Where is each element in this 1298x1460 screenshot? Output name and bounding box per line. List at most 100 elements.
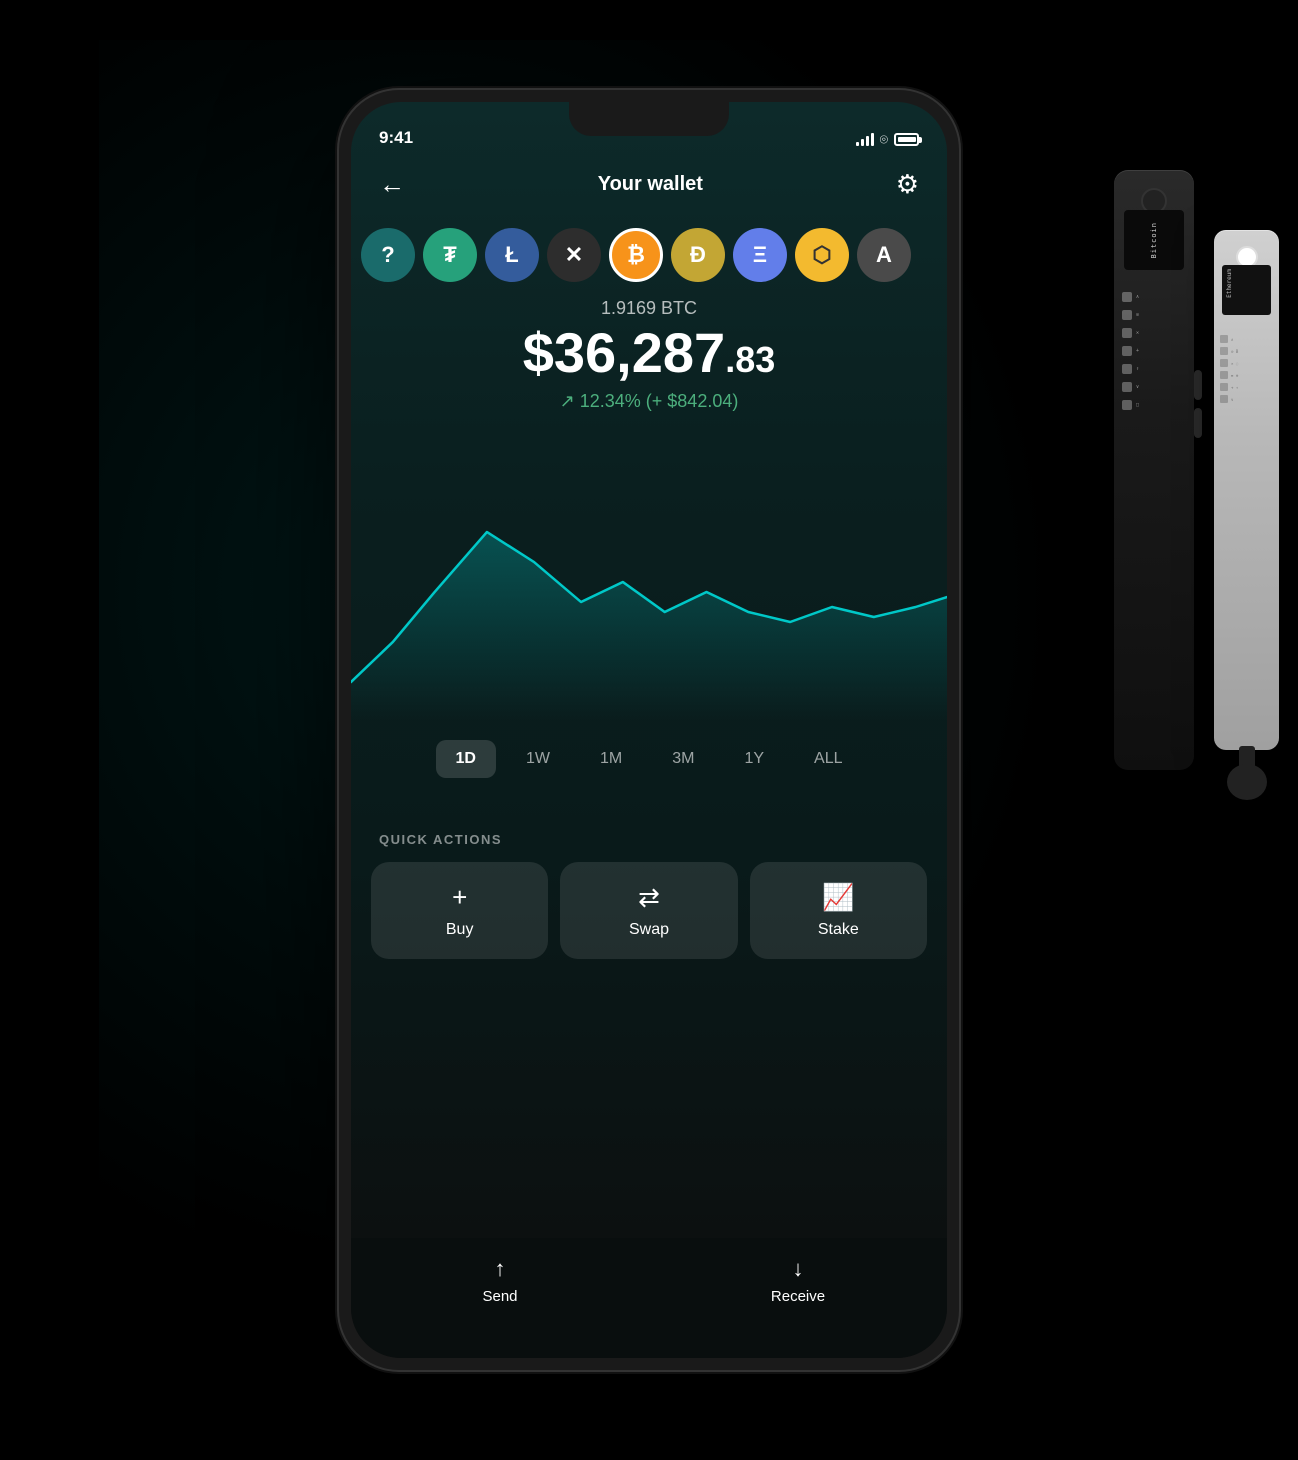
ledger-nano-s-menu: ∧ ⊙ B ✕ ◌ ≡ ⊕ + ↑ xyxy=(1220,335,1273,403)
ledger-menu-icon-2 xyxy=(1122,310,1132,320)
signal-bar-4 xyxy=(871,133,874,146)
coin-xrp[interactable]: ✕ xyxy=(547,228,601,282)
ledger-s-row-5: + ↑ xyxy=(1220,383,1273,391)
ledger-menu-icon-6 xyxy=(1122,382,1132,392)
battery-body xyxy=(894,133,919,146)
time-filter-3m[interactable]: 3M xyxy=(652,740,714,778)
chart-svg xyxy=(351,442,947,722)
battery-icon xyxy=(894,133,919,146)
ledger-menu-icon-3 xyxy=(1122,328,1132,338)
ledger-nano-x-screen-text: Bitcoin xyxy=(1150,222,1158,259)
wifi-icon: ⌾ xyxy=(880,131,888,148)
time-filter-1m[interactable]: 1M xyxy=(580,740,642,778)
ledger-side-buttons xyxy=(1194,370,1202,438)
coin-algo[interactable]: A xyxy=(857,228,911,282)
ledger-menu-icon-7 xyxy=(1122,400,1132,410)
phone-screen: 9:41 ⌾ xyxy=(351,102,947,1358)
price-chart xyxy=(351,442,947,722)
settings-button[interactable]: ⚙ xyxy=(896,169,919,200)
action-btn-swap[interactable]: ⇄ Swap xyxy=(560,862,737,959)
fiat-amount: $36,287.83 xyxy=(371,325,927,381)
signal-bar-3 xyxy=(866,136,869,146)
time-filter-1d[interactable]: 1D xyxy=(436,740,496,778)
send-icon: ↑ xyxy=(495,1256,506,1282)
ledger-menu-row-3: ✕ xyxy=(1122,326,1186,340)
phone-device: 9:41 ⌾ xyxy=(339,90,959,1370)
ledger-s-row-3: ✕ ◌ xyxy=(1220,359,1273,367)
ledger-side-btn-2[interactable] xyxy=(1194,408,1202,438)
ledger-nano-s-screen: Ethereum xyxy=(1222,265,1271,315)
ledger-devices: Bitcoin ∧ ⊙ ✕ + xyxy=(1114,90,1279,770)
coin-eth[interactable]: Ξ xyxy=(733,228,787,282)
header: ← Your wallet ⚙ xyxy=(351,156,947,212)
ledger-s-row-4: ≡ ⊕ xyxy=(1220,371,1273,379)
coin-unknown1[interactable]: ? xyxy=(361,228,415,282)
fiat-cents: .83 xyxy=(725,339,775,380)
percent-change: ↗ 12.34% (+ $842.04) xyxy=(371,391,927,412)
ledger-s-row-6: ∨ xyxy=(1220,395,1273,403)
chart-fill xyxy=(351,532,947,722)
time-filter-all[interactable]: ALL xyxy=(794,740,862,778)
buy-icon: + xyxy=(452,882,467,913)
status-icons: ⌾ xyxy=(856,131,919,148)
ledger-menu-row-1: ∧ xyxy=(1122,290,1186,304)
ledger-s-icon-2 xyxy=(1220,347,1228,355)
ledger-menu-row-4: + xyxy=(1122,344,1186,358)
coin-usdt[interactable]: ₮ xyxy=(423,228,477,282)
ledger-s-row-2: ⊙ B xyxy=(1220,347,1273,355)
ledger-menu-icon-5 xyxy=(1122,364,1132,374)
crypto-amount: 1.9169 BTC xyxy=(371,298,927,319)
battery-fill xyxy=(898,137,916,142)
quick-actions-row: + Buy ⇄ Swap 📈 Stake xyxy=(371,862,927,959)
nav-send[interactable]: ↑ Send xyxy=(351,1256,649,1305)
stake-label: Stake xyxy=(818,921,859,939)
ledger-menu-row-7: □ xyxy=(1122,398,1186,412)
ledger-menu-icon-1 xyxy=(1122,292,1132,302)
phone-notch xyxy=(569,102,729,136)
ledger-s-icon-3 xyxy=(1220,359,1228,367)
ledger-s-icon-6 xyxy=(1220,395,1228,403)
ledger-menu-row-6: ∨ xyxy=(1122,380,1186,394)
receive-label: Receive xyxy=(771,1288,825,1305)
signal-icon xyxy=(856,133,874,146)
coin-doge[interactable]: Ð xyxy=(671,228,725,282)
buy-label: Buy xyxy=(446,921,474,939)
time-filter-1w[interactable]: 1W xyxy=(506,740,570,778)
coin-bnb[interactable]: ⬡ xyxy=(795,228,849,282)
nav-receive[interactable]: ↓ Receive xyxy=(649,1256,947,1305)
status-time: 9:41 xyxy=(379,128,413,148)
coin-btc[interactable]: ₿ xyxy=(609,228,663,282)
bottom-nav: ↑ Send ↓ Receive xyxy=(351,1238,947,1358)
ledger-nano-s-plug xyxy=(1227,764,1267,800)
swap-label: Swap xyxy=(629,921,669,939)
ledger-nano-x-menu: ∧ ⊙ ✕ + ↑ xyxy=(1122,290,1186,412)
signal-bar-2 xyxy=(861,139,864,146)
receive-icon: ↓ xyxy=(793,1256,804,1282)
quick-actions-label: QUICK ACTIONS xyxy=(379,832,502,847)
ledger-menu-row-5: ↑ xyxy=(1122,362,1186,376)
action-btn-stake[interactable]: 📈 Stake xyxy=(750,862,927,959)
ledger-menu-row-2: ⊙ xyxy=(1122,308,1186,322)
ledger-s-icon-4 xyxy=(1220,371,1228,379)
time-filter-row: 1D 1W 1M 3M 1Y ALL xyxy=(351,740,947,778)
stake-icon: 📈 xyxy=(822,882,854,913)
ledger-side-btn-1[interactable] xyxy=(1194,370,1202,400)
coin-selector-row: ?₮Ł✕₿ÐΞ⬡A xyxy=(351,220,947,290)
balance-section: 1.9169 BTC $36,287.83 ↗ 12.34% (+ $842.0… xyxy=(351,298,947,412)
fiat-main: $36,287 xyxy=(523,321,725,384)
ledger-nano-x: Bitcoin ∧ ⊙ ✕ + xyxy=(1114,170,1194,770)
send-label: Send xyxy=(482,1288,517,1305)
ledger-nano-x-screen: Bitcoin xyxy=(1124,210,1184,270)
ledger-s-row-1: ∧ xyxy=(1220,335,1273,343)
scene: 9:41 ⌾ xyxy=(99,40,1199,1420)
ledger-nano-s: Ethereum ∧ ⊙ B ✕ ◌ ≡ ⊕ xyxy=(1214,230,1279,750)
coin-ltc[interactable]: Ł xyxy=(485,228,539,282)
page-title: Your wallet xyxy=(598,173,703,196)
ledger-menu-icon-4 xyxy=(1122,346,1132,356)
swap-icon: ⇄ xyxy=(638,882,660,913)
action-btn-buy[interactable]: + Buy xyxy=(371,862,548,959)
back-button[interactable]: ← xyxy=(379,169,405,200)
ledger-s-icon-1 xyxy=(1220,335,1228,343)
time-filter-1y[interactable]: 1Y xyxy=(724,740,784,778)
ledger-nano-s-screen-text: Ethereum xyxy=(1222,265,1237,302)
